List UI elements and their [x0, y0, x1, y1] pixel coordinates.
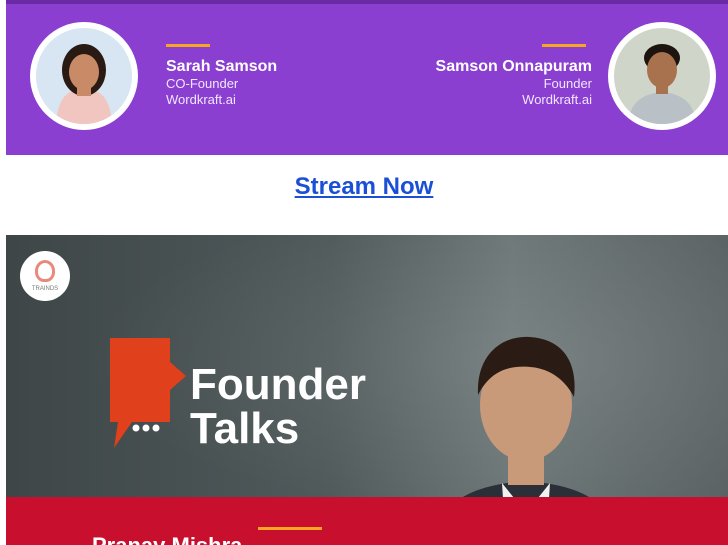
- stream-now-link[interactable]: Stream Now: [295, 173, 434, 200]
- title-line-1: Founder: [190, 360, 366, 409]
- speaker-name: Sarah Samson: [166, 58, 278, 75]
- speaker-org: Wordkraft.ai: [166, 92, 236, 107]
- speaker-role: Founder: [543, 76, 592, 91]
- stream-now-container: Stream Now: [0, 173, 728, 201]
- bottom-accent-line: [258, 527, 322, 530]
- avatar-sarah-samson: [30, 22, 138, 130]
- speaker-role: CO-Founder: [166, 76, 239, 91]
- banner-top-border: [6, 0, 728, 4]
- founder-talks-title: Founder Talks: [190, 363, 366, 451]
- name-accent-left: [166, 44, 210, 47]
- speaker-right: Samson Onnapuram Founder Wordkraft.ai: [386, 58, 592, 108]
- speaker-left: Sarah Samson CO-Founder Wordkraft.ai: [166, 58, 277, 108]
- founder-talks-logo-icon: [110, 338, 186, 448]
- bottom-caption: Pranav Mishra: [92, 533, 242, 545]
- brand-badge-text: TRAINDS: [31, 286, 59, 292]
- speaker-banner: Sarah Samson CO-Founder Wordkraft.ai Sam…: [6, 0, 728, 155]
- speaker-name: Samson Onnapuram: [435, 58, 592, 75]
- title-line-2: Talks: [190, 404, 300, 453]
- avatar-samson-onnapuram: [608, 22, 716, 130]
- brand-mark-icon: [35, 260, 55, 282]
- speaker-org: Wordkraft.ai: [522, 92, 592, 107]
- brand-logo-badge: TRAINDS: [20, 251, 70, 301]
- name-accent-right: [542, 44, 586, 47]
- founder-talks-thumbnail[interactable]: TRAINDS Founder Talks Pranav Mishra: [6, 235, 728, 545]
